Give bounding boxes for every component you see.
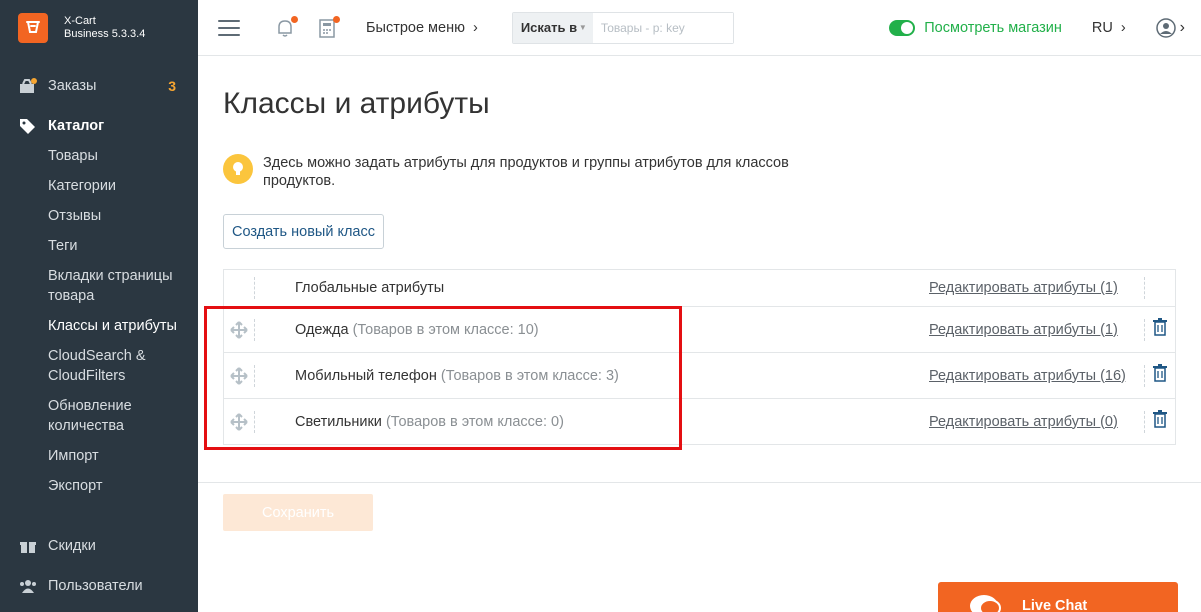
sidebar-item-orders[interactable]: Заказы 3 [0, 71, 198, 101]
language-selector[interactable]: RU › [1092, 20, 1126, 36]
chevron-right-icon: › [1179, 18, 1185, 36]
search-input[interactable] [592, 12, 733, 43]
hamburger-menu-icon[interactable] [218, 19, 240, 36]
live-chat-button[interactable]: Live Chat [938, 582, 1178, 612]
sidebar-subitem-import[interactable]: Импорт [0, 441, 198, 471]
calculator-icon[interactable] [316, 15, 340, 39]
brand-edition: Business 5.3.3.4 [64, 28, 146, 40]
divider [198, 482, 1201, 483]
tip-text: Здесь можно задать атрибуты для продукто… [263, 155, 789, 189]
live-chat-label: Live Chat [1022, 598, 1088, 612]
page-title: Классы и атрибуты [223, 87, 490, 120]
toggle-switch-icon [889, 19, 916, 36]
quick-menu[interactable]: Быстрое меню › [366, 20, 478, 36]
top-header: Быстрое меню › Искать в ▼ Посмотреть маг… [198, 0, 1201, 56]
brand[interactable]: X-Cart Business 5.3.3.4 [0, 0, 198, 56]
sidebar-item-label: Пользователи [48, 578, 143, 594]
edit-attributes-link[interactable]: Редактировать атрибуты (1) [929, 322, 1118, 338]
quick-menu-label: Быстрое меню [366, 19, 465, 36]
sidebar-subitem-classes-attributes[interactable]: Классы и атрибуты [0, 311, 198, 341]
gift-icon [18, 536, 38, 556]
chevron-down-icon: ▼ [578, 23, 587, 32]
trash-icon[interactable] [1152, 364, 1168, 387]
orders-count-badge: 3 [168, 78, 176, 94]
save-button[interactable]: Сохранить [223, 494, 373, 531]
sidebar-subitem-quantity-update[interactable]: Обновление количества [0, 391, 140, 441]
class-name: Глобальные атрибуты [295, 280, 445, 296]
chevron-right-icon: › [472, 19, 478, 36]
sidebar-subitem-reviews[interactable]: Отзывы [0, 201, 198, 231]
brand-name: X-Cart [64, 15, 96, 27]
chevron-right-icon: › [1120, 19, 1126, 36]
search-scope-select[interactable]: Искать в ▼ [512, 12, 593, 43]
tag-icon [18, 116, 38, 136]
user-avatar-icon [1155, 17, 1176, 38]
sidebar-subitem-product-tabs[interactable]: Вкладки страницы товара [0, 261, 180, 311]
sidebar-item-discounts[interactable]: Скидки [0, 531, 198, 561]
trash-icon[interactable] [1152, 410, 1168, 433]
edit-attributes-link[interactable]: Редактировать атрибуты (0) [929, 414, 1118, 430]
sidebar: X-Cart Business 5.3.3.4 Заказы 3 Каталог… [0, 0, 198, 612]
sidebar-item-label: Каталог [48, 118, 105, 134]
table-row: Глобальные атрибуты Редактировать атрибу… [224, 270, 1175, 306]
highlight-box [204, 306, 682, 450]
sidebar-item-label: Скидки [48, 538, 96, 554]
search-box: Искать в ▼ [511, 11, 734, 44]
info-tip: Здесь можно задать атрибуты для продукто… [223, 154, 823, 190]
lightbulb-icon [223, 154, 253, 184]
edit-attributes-link[interactable]: Редактировать атрибуты (1) [929, 280, 1118, 296]
sidebar-subitem-tags[interactable]: Теги [0, 231, 198, 261]
sidebar-item-label: Заказы [48, 78, 97, 94]
orders-icon [18, 76, 38, 96]
view-store-label: Посмотреть магазин [924, 19, 1062, 36]
user-menu[interactable]: › [1155, 17, 1185, 38]
sidebar-subitem-categories[interactable]: Категории [0, 171, 198, 201]
sidebar-subitem-export[interactable]: Экспорт [0, 471, 198, 501]
trash-icon[interactable] [1152, 318, 1168, 341]
users-icon [18, 576, 38, 596]
view-store-toggle[interactable]: Посмотреть магазин [889, 19, 1062, 36]
sidebar-subitem-products[interactable]: Товары [0, 141, 198, 171]
sidebar-item-users[interactable]: Пользователи [0, 571, 198, 601]
sidebar-item-catalog[interactable]: Каталог [0, 111, 198, 141]
chat-bubble-icon [968, 592, 1006, 612]
bell-icon[interactable] [274, 15, 298, 39]
edit-attributes-link[interactable]: Редактировать атрибуты (16) [929, 368, 1126, 384]
main-content: Классы и атрибуты Здесь можно задать атр… [198, 57, 1201, 612]
xcart-logo-icon [18, 13, 48, 43]
create-class-button[interactable]: Создать новый класс [223, 214, 384, 249]
sidebar-subitem-cloudsearch[interactable]: CloudSearch & CloudFilters [0, 341, 150, 391]
